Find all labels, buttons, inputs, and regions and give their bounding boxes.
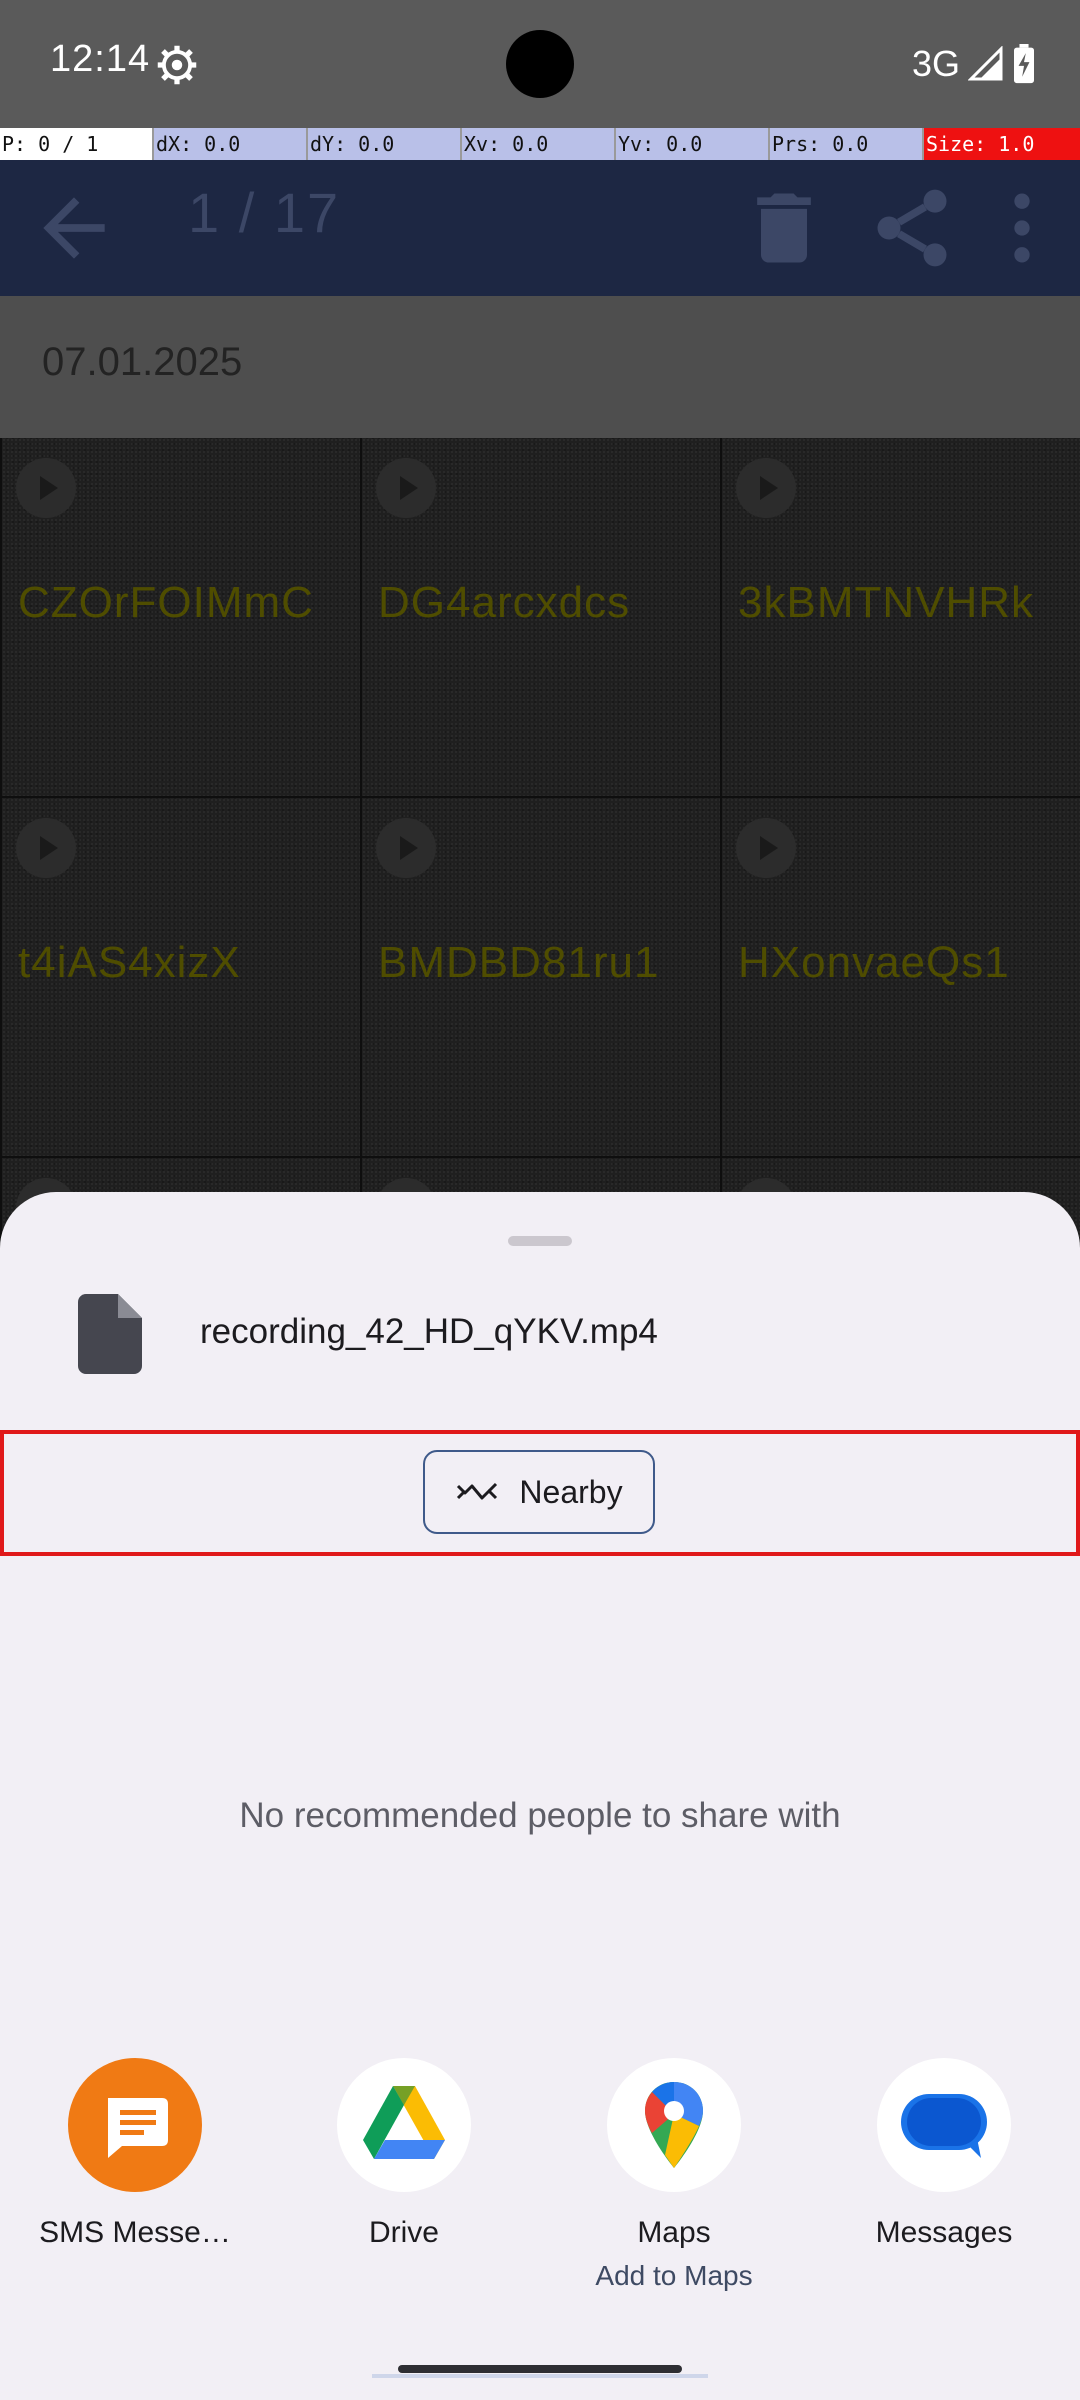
battery-charging-icon <box>1014 44 1034 84</box>
play-icon <box>16 458 76 518</box>
share-targets-row: SMS Messe… Drive Maps Add to Maps Messag… <box>0 2058 1080 2358</box>
pointer-cell: P: 0 / 1 <box>0 128 154 160</box>
play-icon <box>376 818 436 878</box>
thumbnail-label: 3kBMTNVHRk <box>738 578 1035 627</box>
pointer-cell: Yv: 0.0 <box>616 128 770 160</box>
page-counter: 1 / 17 <box>188 181 341 244</box>
date-section-header: 07.01.2025 <box>0 296 1080 438</box>
share-target-drive[interactable]: Drive <box>289 2058 519 2250</box>
nearby-share-button[interactable]: Nearby <box>423 1450 655 1534</box>
share-target-sms-messenger[interactable]: SMS Messe… <box>20 2058 250 2250</box>
grid-thumbnail[interactable]: CZOrFOIMmC <box>2 438 360 796</box>
settings-gear-icon <box>157 45 197 85</box>
play-icon <box>736 818 796 878</box>
pointer-cell: dX: 0.0 <box>154 128 308 160</box>
no-recommendations-text: No recommended people to share with <box>239 1796 841 1835</box>
app-toolbar: 1 / 17 <box>0 160 1080 296</box>
google-messages-icon <box>877 2058 1011 2192</box>
share-icon[interactable] <box>866 182 958 274</box>
thumbnail-label: DG4arcxdcs <box>378 578 631 627</box>
thumbnail-label: CZOrFOIMmC <box>18 578 314 627</box>
share-target-label: SMS Messe… <box>39 2216 231 2249</box>
share-target-label: Maps <box>637 2216 711 2249</box>
signal-icon <box>968 46 1003 81</box>
grid-thumbnail[interactable]: DG4arcxdcs <box>362 438 720 796</box>
nearby-label: Nearby <box>519 1473 623 1510</box>
pointer-cell: Size: 1.0 <box>924 128 1080 160</box>
grid-thumbnail[interactable]: HXonvaeQs1 <box>722 798 1080 1156</box>
more-options-icon[interactable] <box>976 182 1068 274</box>
drag-handle[interactable] <box>508 1236 572 1246</box>
network-type: 3G <box>911 43 960 84</box>
sms-messenger-icon <box>68 2058 202 2192</box>
thumbnail-label: BMDBD81ru1 <box>378 938 660 987</box>
pointer-location-overlay: P: 0 / 1 dX: 0.0 dY: 0.0 Xv: 0.0 Yv: 0.0… <box>0 128 1080 160</box>
google-drive-icon <box>337 2058 471 2192</box>
grid-thumbnail[interactable]: BMDBD81ru1 <box>362 798 720 1156</box>
google-maps-icon <box>607 2058 741 2192</box>
shared-file-name: recording_42_HD_qYKV.mp4 <box>200 1312 658 1351</box>
grid-thumbnail[interactable]: t4iAS4xizX <box>2 798 360 1156</box>
share-target-sublabel: Add to Maps <box>595 2260 753 2291</box>
pointer-cell: Xv: 0.0 <box>462 128 616 160</box>
share-target-label: Drive <box>368 2216 439 2249</box>
nearby-share-icon <box>457 1482 498 1500</box>
share-target-label: Messages <box>875 2216 1013 2249</box>
gesture-nav-handle[interactable] <box>398 2365 682 2373</box>
status-bar: 12:14 3G <box>0 0 1080 128</box>
share-target-maps[interactable]: Maps Add to Maps <box>559 2058 789 2292</box>
delete-icon[interactable] <box>738 182 830 274</box>
share-target-messages[interactable]: Messages <box>829 2058 1059 2250</box>
date-label: 07.01.2025 <box>42 340 243 384</box>
media-grid: CZOrFOIMmC DG4arcxdcs 3kBMTNVHRk t4iAS4x… <box>0 438 1080 1516</box>
play-icon <box>736 458 796 518</box>
share-sheet: recording_42_HD_qYKV.mp4 Nearby No recom… <box>0 1192 1080 2400</box>
play-icon <box>16 818 76 878</box>
grid-thumbnail[interactable]: 3kBMTNVHRk <box>722 438 1080 796</box>
pointer-cell: Prs: 0.0 <box>770 128 924 160</box>
thumbnail-label: HXonvaeQs1 <box>738 938 1010 987</box>
nav-pill-shadow <box>372 2374 708 2378</box>
camera-cutout <box>506 30 574 98</box>
pointer-cell: dY: 0.0 <box>308 128 462 160</box>
back-arrow-icon[interactable] <box>28 182 120 274</box>
file-icon <box>78 1294 142 1374</box>
play-icon <box>376 458 436 518</box>
status-time: 12:14 <box>50 38 151 80</box>
thumbnail-label: t4iAS4xizX <box>18 938 241 987</box>
